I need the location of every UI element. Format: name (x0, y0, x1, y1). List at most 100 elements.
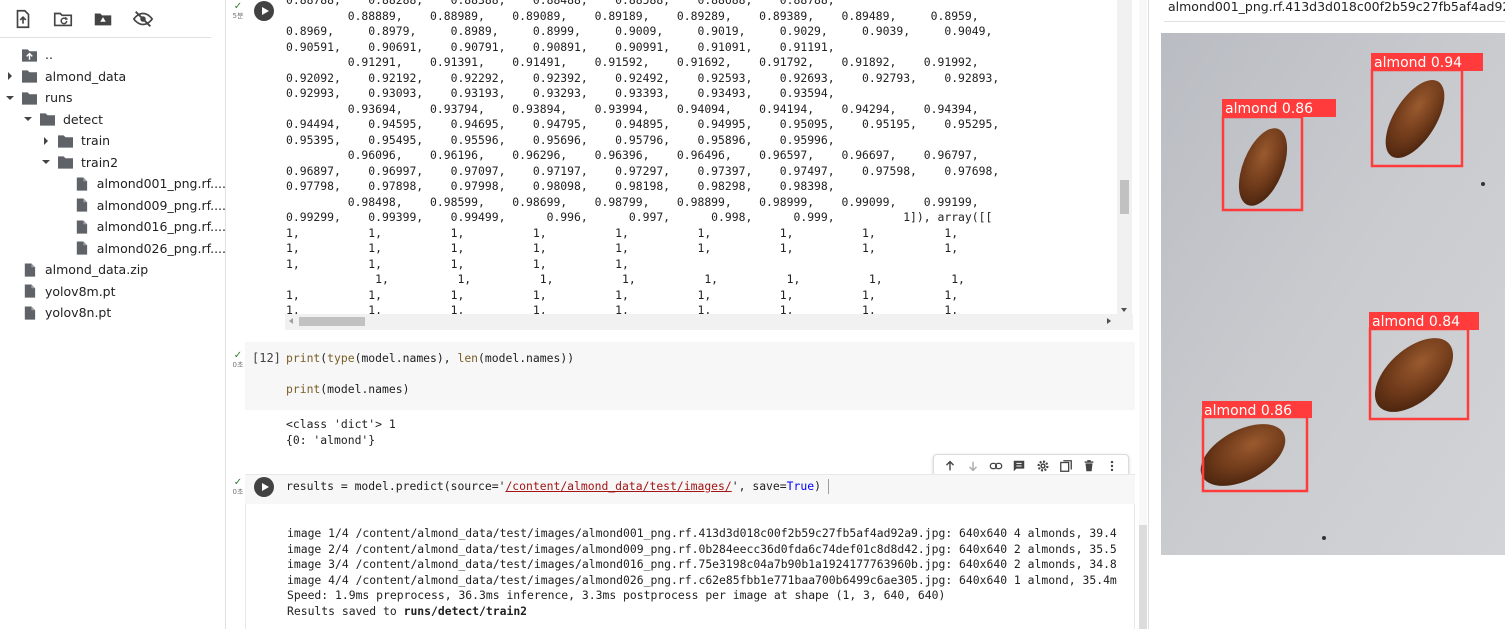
code-token: len (457, 351, 479, 365)
viewer-title: almond001_png.rf.413d3d018c00f2b59c27fb5… (1163, 0, 1505, 22)
output-vertical-scrollbar[interactable] (1117, 0, 1132, 314)
refresh-folder-icon[interactable] (52, 8, 74, 30)
chevron-down-icon[interactable] (40, 156, 52, 168)
caret-spacer (58, 178, 68, 190)
output-text: image 1/4 /content/almond_data/test/imag… (287, 526, 1117, 619)
tree-item[interactable]: .. (0, 44, 226, 66)
scroll-thumb[interactable] (299, 317, 365, 326)
code-token: results = model.predict(source=' (286, 479, 506, 493)
output-text: 0.88788, 0.88288, 0.88388, 0.88488, 0.88… (286, 0, 999, 319)
comment-icon[interactable] (1010, 457, 1028, 475)
exec-time: 0초 (232, 488, 244, 496)
code-token: print (286, 351, 321, 365)
image-viewer: almond001_png.rf.413d3d018c00f2b59c27fb5… (1148, 0, 1505, 629)
text-cursor (827, 479, 829, 494)
output-line: 1, 1, 1, 1, 1, 1, 1, 1, (286, 272, 965, 286)
tree-item[interactable]: almond026_png.rf.... (0, 238, 226, 260)
hide-eye-icon[interactable] (132, 8, 154, 30)
output-line: 0.92092, 0.92192, 0.92292, 0.92392, 0.92… (286, 70, 1000, 85)
output-horizontal-scrollbar[interactable] (285, 314, 1133, 330)
file-tree: .. almond_dataruns detect train train2 almond… (0, 44, 226, 324)
tree-item-label: detect (63, 111, 103, 127)
tree-item-label: runs (45, 90, 73, 106)
detection-svg: almond 0.86 almond 0.94 almond 0.84 almo… (1161, 33, 1505, 555)
output-line: <class 'dict'> 1 (286, 417, 396, 431)
more-vert-icon[interactable] (1103, 457, 1121, 475)
cell-status-12: ✓ 0초 (230, 351, 246, 370)
detection-label: almond 0.94 (1374, 55, 1462, 71)
tree-item-label: train2 (81, 154, 119, 170)
code-editor-13[interactable]: results = model.predict(source='/content… (286, 479, 829, 495)
output-line: image 4/4 /content/almond_data/test/imag… (287, 572, 1117, 587)
tree-item-label: almond026_png.rf.... (96, 240, 226, 256)
scroll-right-icon[interactable] (1107, 318, 1111, 324)
settings-icon[interactable] (1034, 457, 1052, 475)
scroll-left-icon[interactable] (289, 318, 293, 324)
check-icon: ✓ (233, 477, 243, 488)
run-cell-button[interactable] (254, 477, 274, 497)
code-token: (model.names), (354, 351, 458, 365)
tree-item[interactable]: runs (0, 87, 226, 109)
detection-image: almond 0.86 almond 0.94 almond 0.84 almo… (1161, 33, 1505, 555)
tree-item[interactable]: almond009_png.rf.... (0, 195, 226, 217)
output-line: image 2/4 /content/almond_data/test/imag… (287, 541, 1117, 556)
chevron-down-icon[interactable] (4, 92, 16, 104)
output-line: 0.94494, 0.94595, 0.94695, 0.94795, 0.94… (286, 117, 1000, 131)
caret-spacer (4, 264, 16, 276)
file-icon (22, 306, 37, 320)
output-line: image 3/4 /content/almond_data/test/imag… (287, 557, 1117, 571)
chevron-right-icon[interactable] (40, 135, 52, 147)
tree-item[interactable]: almond_data.zip (0, 259, 226, 281)
file-icon (74, 241, 89, 255)
tree-item-label: almond_data (45, 68, 127, 84)
tree-item[interactable]: almond016_png.rf.... (0, 216, 226, 238)
output-line: Results saved to (287, 603, 404, 618)
folder-icon (22, 69, 37, 83)
tree-item[interactable]: almond001_png.rf.... (0, 173, 226, 195)
code-editor-12[interactable]: print(type(model.names), len(model.names… (286, 351, 574, 398)
code-token: type (327, 351, 355, 365)
output-line: {0: 'almond'} (286, 432, 376, 447)
execution-count: [12] (252, 351, 281, 365)
cell-status-prev: ✓ 5분 (230, 2, 246, 21)
tree-item-label: almond_data.zip (45, 262, 149, 278)
output-line: 0.88889, 0.88989, 0.89089, 0.89189, 0.89… (286, 8, 979, 23)
output-line: 0.88788, 0.88288, 0.88388, 0.88488, 0.88… (286, 0, 835, 7)
cell-output-13: image 1/4 /content/almond_data/test/imag… (245, 504, 1135, 629)
file-toolbar (0, 0, 211, 38)
tree-item[interactable]: train (0, 130, 226, 152)
folder-icon (22, 91, 37, 105)
scroll-thumb[interactable] (1120, 180, 1129, 214)
tree-item-label: almond016_png.rf.... (96, 219, 226, 235)
folder-icon (40, 112, 55, 126)
output-line: 1, 1, 1, 1, 1, (286, 256, 629, 271)
chevron-down-icon[interactable] (22, 113, 34, 125)
file-icon (74, 198, 89, 212)
exec-time: 5분 (232, 12, 244, 20)
caret-spacer (58, 242, 68, 254)
scroll-down-icon[interactable] (1121, 308, 1127, 312)
notebook-scrollbar[interactable] (1139, 0, 1147, 629)
output-line: 0.91291, 0.91391, 0.91491, 0.91592, 0.91… (286, 55, 979, 69)
tree-item[interactable]: yolov8m.pt (0, 281, 226, 303)
chevron-right-icon[interactable] (4, 70, 16, 82)
upload-icon[interactable] (12, 8, 34, 30)
file-icon (74, 177, 89, 191)
tree-item[interactable]: train2 (0, 152, 226, 174)
link-icon[interactable] (987, 457, 1005, 475)
mirror-cell-icon[interactable] (1057, 457, 1075, 475)
move-down-icon[interactable] (964, 457, 982, 475)
tree-item[interactable]: yolov8n.pt (0, 302, 226, 324)
caret-spacer (4, 49, 16, 61)
tree-item-label: yolov8m.pt (45, 283, 116, 299)
drive-icon[interactable] (92, 8, 114, 30)
run-cell-button[interactable] (254, 1, 274, 21)
delete-icon[interactable] (1080, 457, 1098, 475)
code-string-link[interactable]: /content/almond_data/test/images/ (505, 479, 731, 493)
scroll-thumb[interactable] (1139, 525, 1147, 629)
code-token: ) (814, 479, 821, 493)
tree-item[interactable]: almond_data (0, 66, 226, 88)
move-up-icon[interactable] (941, 457, 959, 475)
cell-status-13: ✓ 0초 (230, 477, 246, 497)
tree-item[interactable]: detect (0, 109, 226, 131)
